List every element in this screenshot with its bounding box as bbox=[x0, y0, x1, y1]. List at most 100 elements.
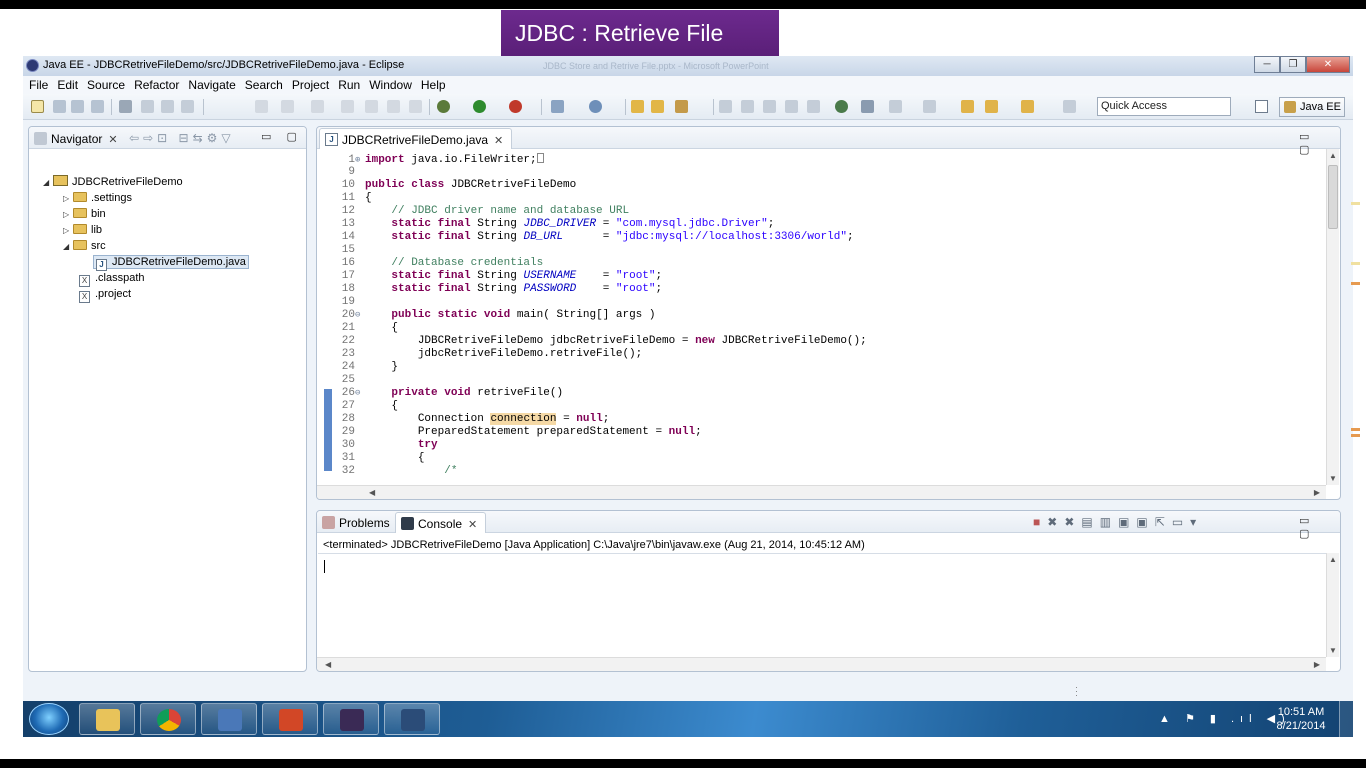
resume-icon[interactable] bbox=[341, 100, 354, 113]
menu-navigate[interactable]: Navigate bbox=[187, 76, 241, 94]
tab-navigator[interactable]: Navigator ✕ bbox=[29, 128, 126, 149]
tab-problems[interactable]: Problems bbox=[317, 512, 398, 533]
open-console-icon[interactable]: ▾ bbox=[1190, 515, 1203, 529]
open-type-icon[interactable] bbox=[631, 100, 644, 113]
word-wrap-icon[interactable]: ▣ bbox=[1118, 515, 1136, 529]
window-titlebar[interactable]: Java EE - JDBCRetriveFileDemo/src/JDBCRe… bbox=[23, 56, 1353, 76]
remove-launch-icon[interactable]: ✖ bbox=[1047, 515, 1064, 529]
menu-window[interactable]: Window bbox=[368, 76, 418, 94]
overview-mark[interactable] bbox=[1351, 428, 1360, 431]
open-task-icon[interactable] bbox=[651, 100, 664, 113]
scroll-down-icon[interactable]: ▼ bbox=[1329, 646, 1337, 655]
console-horizontal-scrollbar[interactable]: ◀ ▶ bbox=[317, 657, 1326, 671]
back-arrow-icon[interactable]: ⇦ bbox=[129, 131, 143, 145]
markers-icon[interactable] bbox=[181, 100, 194, 113]
show-on-output-icon[interactable]: ▣ bbox=[1136, 515, 1154, 529]
view-menu-icon[interactable]: ▽ bbox=[221, 131, 234, 145]
open-perspective-icon[interactable] bbox=[1255, 100, 1268, 113]
taskbar-app-textpad[interactable] bbox=[201, 703, 257, 735]
terminate-icon[interactable]: ■ bbox=[1033, 515, 1047, 529]
taskbar-app-chrome[interactable] bbox=[140, 703, 196, 735]
block-selection-icon[interactable] bbox=[785, 100, 798, 113]
close-icon[interactable]: ✕ bbox=[468, 519, 477, 531]
quick-access-input[interactable]: Quick Access bbox=[1097, 97, 1231, 116]
tree-item-java-file[interactable]: J JDBCRetriveFileDemo.java bbox=[93, 255, 249, 271]
skip-breakpoints-icon[interactable] bbox=[141, 100, 154, 113]
pin-icon[interactable] bbox=[741, 100, 754, 113]
clear-console-icon[interactable]: ▤ bbox=[1081, 515, 1099, 529]
menu-edit[interactable]: Edit bbox=[56, 76, 84, 94]
debug-icon[interactable] bbox=[437, 100, 450, 113]
scroll-thumb[interactable] bbox=[1328, 165, 1338, 229]
filter-icon[interactable]: ⚙ bbox=[207, 131, 222, 145]
pin-editor-icon[interactable] bbox=[1063, 100, 1076, 113]
menu-search[interactable]: Search bbox=[244, 76, 289, 94]
disconnect-icon[interactable] bbox=[409, 100, 422, 113]
restore-button[interactable]: ❐ bbox=[1280, 56, 1306, 73]
tree-item-classpath[interactable]: X .classpath bbox=[79, 271, 145, 287]
globe-icon[interactable] bbox=[835, 100, 848, 113]
taskbar-app-powerpoint[interactable] bbox=[262, 703, 318, 735]
close-button[interactable]: ✕ bbox=[1306, 56, 1350, 73]
new-server-icon[interactable] bbox=[551, 100, 564, 113]
code-editor[interactable]: 1⊕ import java.io.FileWriter; 9 10 public … bbox=[317, 149, 1326, 485]
save-all-icon[interactable] bbox=[71, 100, 84, 113]
taskbar-clock[interactable]: 10:51 AM 8/21/2014 bbox=[1271, 705, 1331, 733]
start-button[interactable] bbox=[29, 703, 69, 735]
perspective-java-ee-button[interactable]: Java EE bbox=[1279, 97, 1345, 117]
close-icon[interactable]: ✕ bbox=[494, 135, 503, 147]
tree-item-src[interactable]: ◢ src bbox=[63, 239, 106, 254]
tree-item-bin[interactable]: ▷ bin bbox=[63, 207, 106, 222]
menu-file[interactable]: File bbox=[28, 76, 54, 94]
menu-source[interactable]: Source bbox=[86, 76, 131, 94]
editor-vertical-scrollbar[interactable]: ▲ ▼ bbox=[1326, 149, 1339, 485]
collapse-triangle-icon[interactable]: ▷ bbox=[63, 191, 73, 206]
scroll-right-icon[interactable]: ▶ bbox=[1314, 660, 1320, 669]
scroll-up-icon[interactable]: ▲ bbox=[1329, 555, 1337, 564]
collapse-triangle-icon[interactable]: ▷ bbox=[63, 207, 73, 222]
back-icon[interactable] bbox=[961, 100, 974, 113]
tab-console[interactable]: Console ✕ bbox=[395, 512, 487, 533]
menu-project[interactable]: Project bbox=[291, 76, 335, 94]
print-icon[interactable] bbox=[91, 100, 104, 113]
scroll-right-icon[interactable]: ▶ bbox=[1314, 488, 1320, 497]
tree-item-settings[interactable]: ▷ .settings bbox=[63, 191, 132, 206]
link-icon[interactable] bbox=[861, 100, 874, 113]
toggle-icon[interactable] bbox=[161, 100, 174, 113]
step-icon[interactable] bbox=[311, 100, 324, 113]
remove-all-icon[interactable]: ✖ bbox=[1064, 515, 1081, 529]
annotation-icon[interactable] bbox=[719, 100, 732, 113]
fold-marker-icon[interactable]: ⊖ bbox=[355, 309, 365, 322]
up-icon[interactable]: ⊡ bbox=[157, 131, 171, 145]
mark-occurrences-icon[interactable] bbox=[763, 100, 776, 113]
tab-editor-file[interactable]: J JDBCRetriveFileDemo.java ✕ bbox=[319, 128, 513, 149]
undo-icon[interactable] bbox=[255, 100, 268, 113]
server-icon[interactable] bbox=[119, 100, 132, 113]
tree-item-project-file[interactable]: X .project bbox=[79, 287, 131, 303]
overview-mark[interactable] bbox=[1351, 202, 1360, 205]
scroll-left-icon[interactable]: ◀ bbox=[369, 488, 375, 497]
tree-item-lib[interactable]: ▷ lib bbox=[63, 223, 102, 238]
collapse-all-icon[interactable]: ⊟ bbox=[179, 131, 193, 145]
close-icon[interactable]: ✕ bbox=[108, 134, 117, 146]
web-browser-icon[interactable] bbox=[589, 100, 602, 113]
search-icon[interactable] bbox=[675, 100, 688, 113]
overview-mark[interactable] bbox=[1351, 282, 1360, 285]
folded-box[interactable] bbox=[536, 153, 544, 163]
navigator-min-max[interactable]: ▭ ▢ bbox=[261, 130, 303, 143]
fold-marker-icon[interactable]: ⊖ bbox=[355, 387, 365, 400]
scroll-down-icon[interactable]: ▼ bbox=[1329, 474, 1337, 483]
menu-refactor[interactable]: Refactor bbox=[133, 76, 185, 94]
expand-triangle-icon[interactable]: ◢ bbox=[63, 239, 73, 254]
terminate-icon[interactable] bbox=[387, 100, 400, 113]
link-editor-icon[interactable]: ⇆ bbox=[193, 131, 207, 145]
console-vertical-scrollbar[interactable]: ▲ ▼ bbox=[1326, 553, 1339, 657]
scroll-lock-icon[interactable]: ▥ bbox=[1100, 515, 1118, 529]
collapse-triangle-icon[interactable]: ▷ bbox=[63, 223, 73, 238]
overview-mark[interactable] bbox=[1351, 262, 1360, 265]
minimize-button[interactable]: ─ bbox=[1254, 56, 1280, 73]
scroll-up-icon[interactable]: ▲ bbox=[1329, 151, 1337, 160]
tree-item-project[interactable]: ◢ JDBCRetriveFileDemo bbox=[43, 175, 183, 190]
display-console-icon[interactable]: ▭ bbox=[1172, 515, 1190, 529]
show-whitespace-icon[interactable] bbox=[807, 100, 820, 113]
